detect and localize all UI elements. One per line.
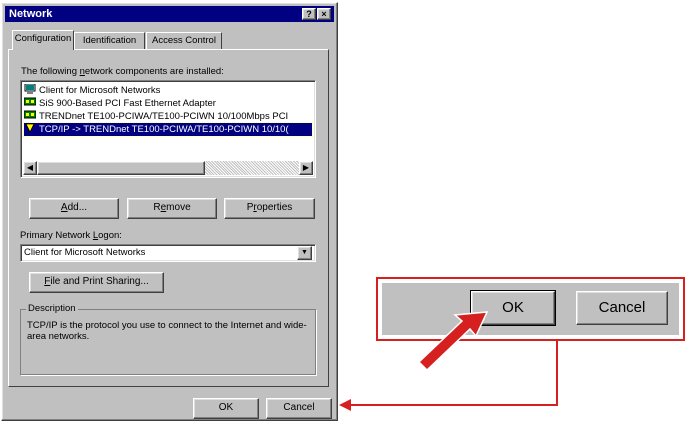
pointer-arrow-icon [417, 311, 489, 372]
connector-arrowhead-icon [339, 399, 351, 411]
connector-line [341, 341, 558, 406]
annotation-overlay [339, 311, 558, 411]
tab-configuration[interactable]: Configuration [12, 30, 74, 50]
